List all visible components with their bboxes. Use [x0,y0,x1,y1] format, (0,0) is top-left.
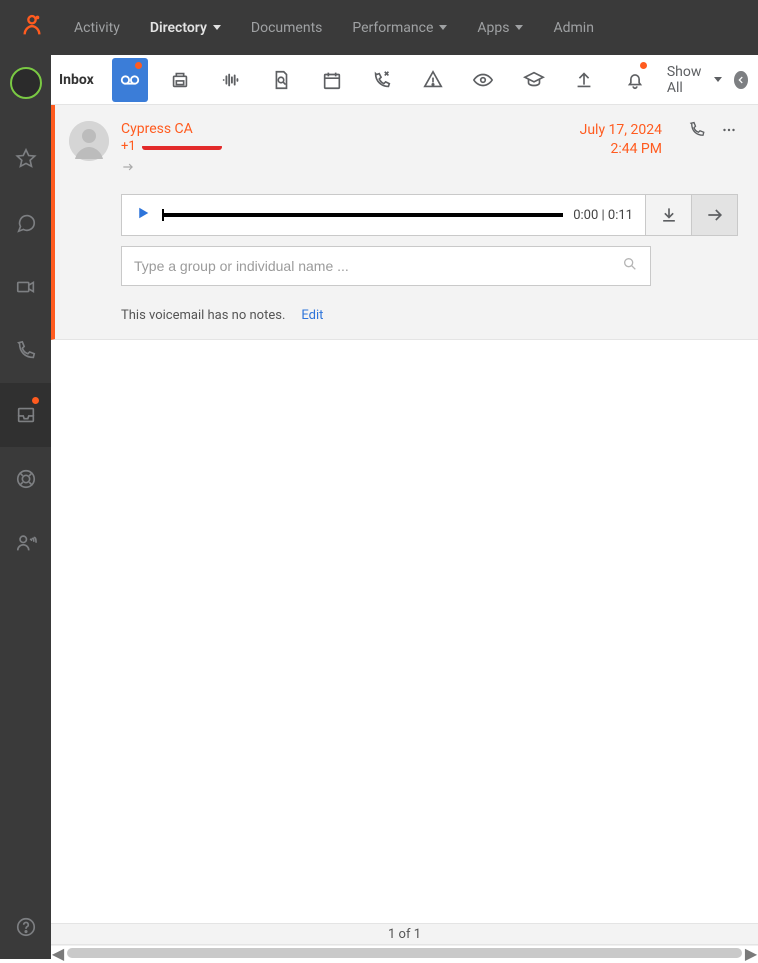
chevron-down-icon [439,25,447,30]
scrollbar-thumb[interactable] [67,948,742,958]
edit-notes-link[interactable]: Edit [301,308,323,323]
tool-callback[interactable] [364,58,400,102]
rail-inbox[interactable] [0,383,51,447]
rail-lifebuoy[interactable] [0,447,51,511]
topnav-directory[interactable]: Directory [150,20,221,36]
chevron-down-icon [213,25,221,30]
empty-area [51,340,758,923]
voicemail-datetime: July 17, 2024 2:44 PM [580,121,662,178]
search-icon [622,256,638,276]
topnav-performance[interactable]: Performance [352,20,447,36]
show-all-dropdown[interactable]: Show All [667,64,758,96]
tool-upload[interactable] [566,58,602,102]
leftrail [0,55,51,959]
rail-presence[interactable] [0,511,51,575]
rail-chat[interactable] [0,191,51,255]
scroll-left-icon[interactable]: ◀ [53,948,63,958]
rail-help[interactable] [0,895,51,959]
tool-fax[interactable] [162,58,198,102]
audio-player: 0:00 | 0:11 [121,194,646,236]
caller-name[interactable]: Cypress CA [121,121,222,137]
recipient-search[interactable] [121,246,651,286]
horizontal-scrollbar[interactable]: ◀ ▶ [51,945,758,959]
download-button[interactable] [646,194,692,236]
rail-phone[interactable] [0,319,51,383]
chevron-down-icon [515,25,523,30]
rail-video[interactable] [0,255,51,319]
play-button[interactable] [134,204,152,226]
topnav-admin[interactable]: Admin [553,20,593,36]
brand-logo[interactable] [12,14,52,42]
notification-dot [135,62,142,69]
caller-phone[interactable]: +1 [121,139,222,154]
audio-time: 0:00 | 0:11 [573,208,633,223]
rail-favorites[interactable] [0,127,51,191]
topnav-items: Activity Directory Documents Performance… [74,20,594,36]
user-avatar[interactable] [10,67,42,99]
tool-calendar[interactable] [314,58,350,102]
forward-button[interactable] [692,194,738,236]
more-icon[interactable] [720,121,738,143]
content: Cypress CA +1 July 17, 2024 2:44 PM [51,105,758,959]
topnav-apps[interactable]: Apps [477,20,523,36]
tool-voicemail[interactable] [112,58,148,102]
inbox-label: Inbox [55,72,98,88]
notification-dot [640,62,647,69]
call-back-icon[interactable] [688,121,706,143]
voicemail-card: Cypress CA +1 July 17, 2024 2:44 PM [51,105,758,340]
topnav-documents[interactable]: Documents [251,20,322,36]
audio-track[interactable] [162,213,563,217]
tool-graduation[interactable] [515,58,551,102]
caller-avatar [69,121,109,161]
tool-waveform[interactable] [213,58,249,102]
tool-eye[interactable] [465,58,501,102]
tool-page-search[interactable] [263,58,299,102]
tool-alert[interactable] [415,58,451,102]
topnav: Activity Directory Documents Performance… [0,0,758,55]
no-notes-text: This voicemail has no notes. [121,308,285,323]
redacted-phone [142,144,222,150]
scroll-right-icon[interactable]: ▶ [746,948,756,958]
tool-bell[interactable] [616,58,652,102]
pager: 1 of 1 [51,923,758,945]
collapse-panel-icon[interactable] [734,71,748,89]
notification-dot [32,397,39,404]
forward-indicator-icon [121,160,222,178]
chevron-down-icon [714,77,722,82]
subbar: Inbox Show All [51,55,758,105]
topnav-activity[interactable]: Activity [74,20,120,36]
recipient-search-input[interactable] [134,258,622,274]
